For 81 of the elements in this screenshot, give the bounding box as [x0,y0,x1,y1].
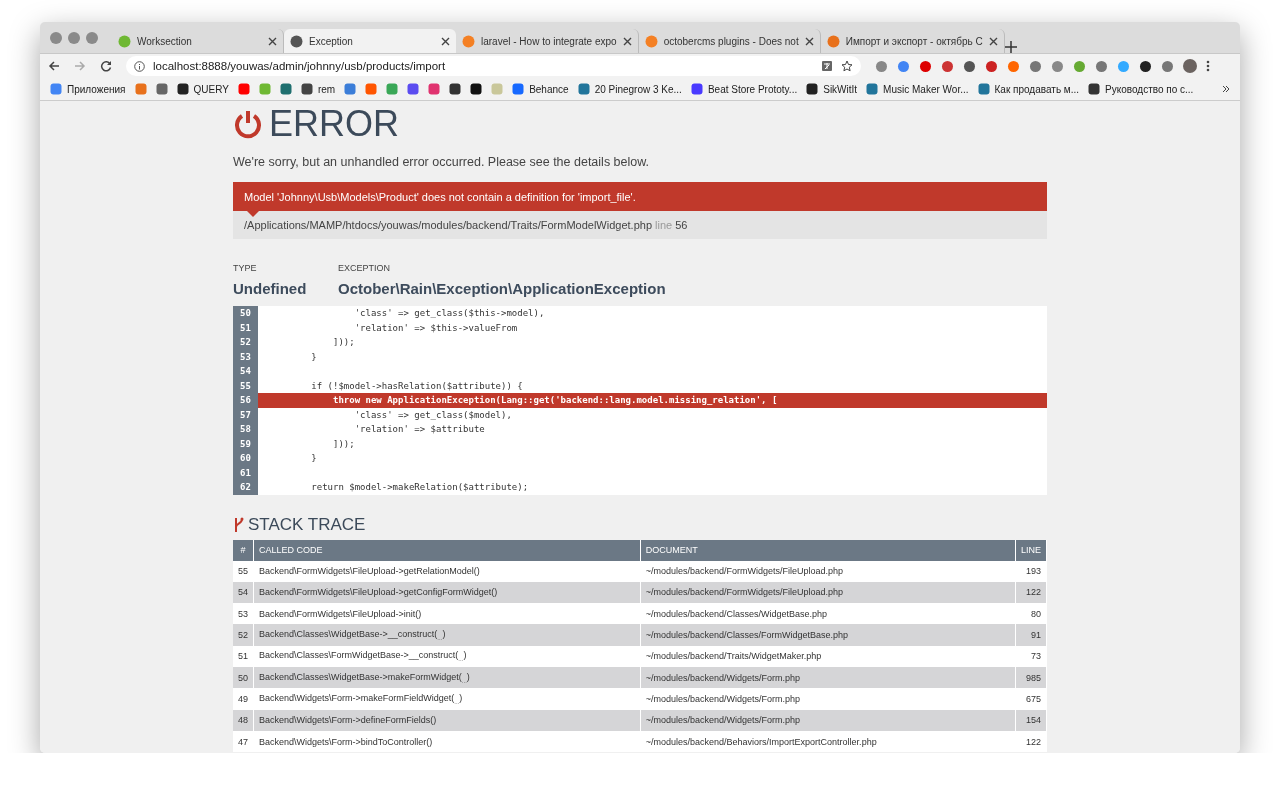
tab-title: Exception [309,35,354,47]
table-cell: 51 [233,645,254,667]
code-line: return $model->makeRelation($attribute); [310,482,529,493]
column-header: CALLED CODE [253,539,641,561]
code-line: ])); [332,438,355,449]
table-cell: ~/modules/backend/Classes/WidgetBase.php [640,603,1016,625]
code-line: } [310,351,317,362]
code-line: 'relation' => $attribute [353,424,485,435]
table-cell: Backend\Widgets\Form->makeFormFieldWidget($_{...}$) [253,688,641,710]
table-cell: ~/modules/backend/FormWidgets/FileUpload.php [640,581,1016,604]
code-line: throw new ApplicationException(Lang::get('backend::lang.model.missing_relation', [ [332,395,778,406]
table-cell: ~/modules/backend/Classes/FormWidgetBase.php [640,624,1016,646]
code-line: 'relation' => $this->valueFrom [353,322,518,333]
bookmark[interactable]: Приложения [50,83,126,95]
table-cell: Backend\Classes\FormWidgetBase->__construct($_{...}$) [253,645,641,667]
line-number: 54 [233,364,258,379]
table-cell: 80 [1015,603,1047,625]
file-location: /Applications/MAMP/htdocs/youwas/modules/backend/Traits/FormModelWidget.php line 56 [233,211,1047,239]
bookmark[interactable]: 20 Pinegrow 3 Ke... [577,83,682,95]
table-cell: 91 [1015,624,1047,646]
bookmark[interactable]: QUERY [176,83,229,95]
table-cell: Backend\FormWidgets\FileUpload->getConfigFormWidget() [253,581,641,604]
column-header: # [233,539,254,561]
table-cell: ~/modules/backend/Behaviors/ImportExportController.php [640,730,1016,753]
detail-label: EXCEPTION [338,263,391,273]
table-cell: 55 [233,560,254,582]
table-cell: Backend\Widgets\Form->bindToController() [253,730,641,753]
detail-value: Undefined [233,280,308,297]
code-line: ])); [332,337,355,348]
table-cell: 675 [1015,688,1047,710]
browser-tab[interactable]: Импорт и экспорт - октябрь С [820,29,1005,53]
table-cell: 49 [233,688,254,710]
table-cell: 52 [233,624,254,646]
bookmark[interactable]: Behance [512,83,569,95]
table-cell: Backend\FormWidgets\FileUpload->init() [253,603,641,625]
line-number: 58 [233,422,258,437]
tab-title: laravel - How to integrate expo [481,35,617,47]
browser-tab[interactable]: laravel - How to integrate expo [456,29,639,53]
address-field[interactable]: localhost:8888/youwas/admin/johnny/usb/products/import [126,56,861,76]
table-cell: ~/modules/backend/Widgets/Form.php [640,667,1016,689]
error-description: We're sorry, but an unhandled error occurred. Please see the details below. [233,155,651,169]
table-cell: Backend\Classes\WidgetBase->makeFormWidget($_{...}$) [253,667,641,689]
table-cell: 47 [233,730,254,753]
browser-tab[interactable]: octobercms plugins - Does not [638,29,821,53]
table-cell: ~/modules/backend/Traits/WidgetMaker.php [640,645,1016,667]
code-line: if (!$model->hasRelation($attribute)) { [310,380,523,391]
code-line: 'class' => get_class($this->model), [353,308,545,319]
tab-title: Worksection [137,35,193,47]
detail-value: October\Rain\Exception\ApplicationException [338,280,666,297]
code-line: } [310,453,317,464]
section-title: STACK TRACE [248,514,366,535]
bookmark[interactable]: Руководство по с... [1088,83,1194,95]
error-title: ERROR [269,103,399,145]
table-cell: 54 [233,581,254,604]
table-cell: 53 [233,603,254,625]
line-number: 60 [233,451,258,466]
bookmark[interactable]: rem [300,83,336,95]
table-cell: ~/modules/backend/Widgets/Form.php [640,709,1016,731]
detail-label: TYPE [233,263,258,273]
bookmark[interactable]: SikWitIt [806,83,858,95]
line-number: 52 [233,335,258,350]
bookmark[interactable]: Как продавать м... [977,83,1080,95]
table-cell: 48 [233,709,254,731]
error-message: Model 'Johnny\Usb\Models\Product' does not contain a definition for 'import_file'. [233,182,1047,211]
table-cell: Backend\FormWidgets\FileUpload->getRelationModel() [253,560,641,582]
table-cell: ~/modules/backend/FormWidgets/FileUpload.php [640,560,1016,582]
bookmark[interactable]: Music Maker Wor... [866,83,969,95]
column-header: LINE [1015,539,1047,561]
table-cell: Backend\Classes\WidgetBase->__construct($_{...}$) [253,624,641,646]
table-cell: Backend\Widgets\Form->defineFormFields() [253,709,641,731]
line-number: 50 [233,306,258,321]
bookmark[interactable]: Beat Store Prototy... [690,83,798,95]
column-header: DOCUMENT [640,539,1016,561]
code-line: 'class' => get_class($model), [353,409,512,420]
table-cell: ~/modules/backend/Widgets/Form.php [640,688,1016,710]
tab-title: octobercms plugins - Does not [663,35,799,47]
tab-title: Импорт и экспорт - октябрь С [845,35,983,47]
browser-tab[interactable]: Exception [284,29,456,53]
line-number: 62 [233,480,258,495]
line-number: 56 [233,393,258,408]
table-cell: 50 [233,667,254,689]
